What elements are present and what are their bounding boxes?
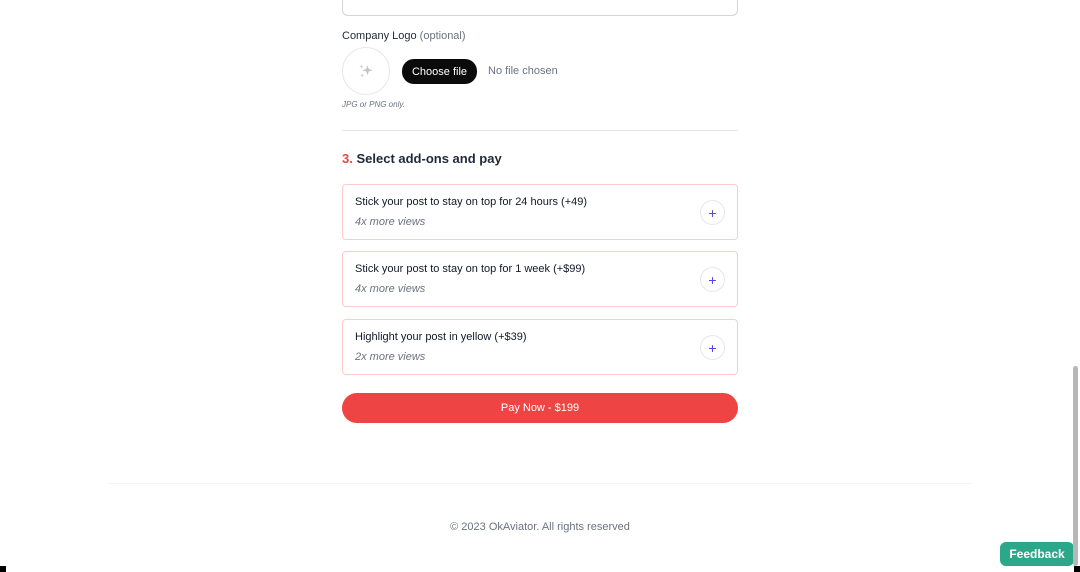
- logo-preview: [342, 47, 390, 95]
- company-logo-label: Company Logo (optional): [342, 30, 466, 42]
- no-file-chosen-text: No file chosen: [488, 65, 558, 77]
- sparkles-icon: [359, 64, 373, 78]
- section-title: 3. Select add-ons and pay: [342, 151, 502, 166]
- scrollbar-thumb[interactable]: [1073, 366, 1078, 566]
- addon-title: Highlight your post in yellow (+$39): [355, 331, 527, 343]
- addon-title: Stick your post to stay on top for 1 wee…: [355, 263, 586, 275]
- company-logo-label-text: Company Logo: [342, 30, 417, 42]
- window-corner: [1074, 566, 1080, 572]
- addon-subtitle: 4x more views: [355, 283, 426, 295]
- addon-subtitle: 2x more views: [355, 351, 426, 363]
- plus-icon[interactable]: +: [700, 200, 725, 225]
- choose-file-button[interactable]: Choose file: [402, 59, 477, 84]
- addon-highlight-yellow[interactable]: Highlight your post in yellow (+$39) 2x …: [342, 319, 738, 375]
- feedback-button[interactable]: Feedback: [1000, 542, 1074, 566]
- pay-now-button[interactable]: Pay Now - $199: [342, 393, 738, 423]
- footer-divider: [108, 483, 972, 484]
- addon-sticky-24h[interactable]: Stick your post to stay on top for 24 ho…: [342, 184, 738, 240]
- section-divider: [342, 130, 738, 131]
- addon-subtitle: 4x more views: [355, 216, 426, 228]
- addon-title: Stick your post to stay on top for 24 ho…: [355, 196, 588, 208]
- copyright-text: © 2023 OkAviator. All rights reserved: [450, 521, 630, 533]
- window-corner: [0, 566, 6, 572]
- previous-field-input[interactable]: [342, 0, 738, 16]
- section-title-text: Select add-ons and pay: [356, 151, 502, 166]
- section-number: 3.: [342, 151, 353, 166]
- file-type-hint: JPG or PNG only.: [342, 100, 405, 109]
- plus-icon[interactable]: +: [700, 335, 725, 360]
- addon-sticky-1week[interactable]: Stick your post to stay on top for 1 wee…: [342, 251, 738, 307]
- optional-hint: (optional): [419, 30, 466, 42]
- plus-icon[interactable]: +: [700, 267, 725, 292]
